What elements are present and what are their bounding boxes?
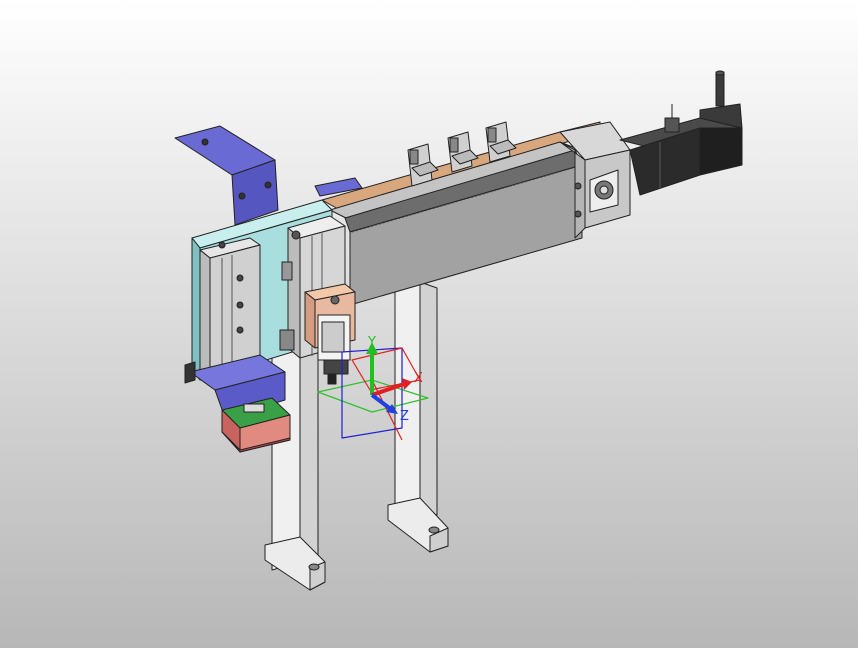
front-support-column[interactable] (264, 321, 326, 591)
z-axis-label: Z (400, 409, 409, 424)
cad-viewport[interactable]: Y X Z (0, 0, 858, 648)
x-axis-label: X (414, 371, 423, 386)
servo-motor[interactable] (619, 70, 743, 196)
assembly-model[interactable]: Y X Z (0, 0, 858, 648)
y-axis-label: Y (367, 335, 376, 350)
rear-support-column[interactable] (387, 281, 449, 553)
